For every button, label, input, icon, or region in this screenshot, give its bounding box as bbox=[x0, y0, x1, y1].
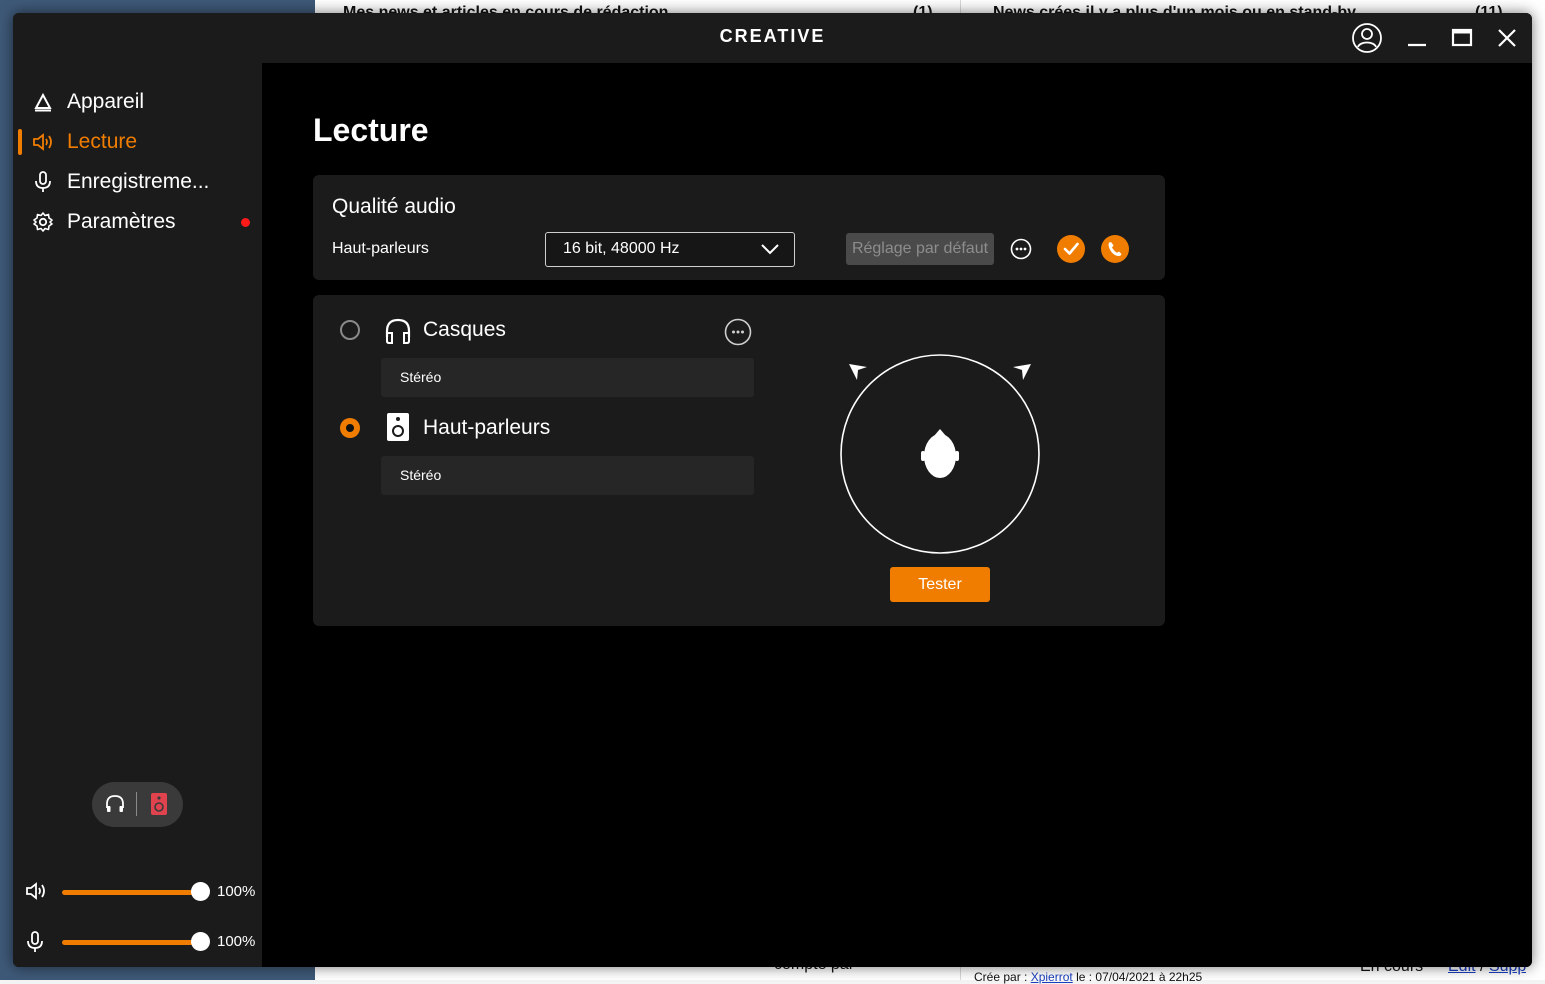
minimize-icon[interactable] bbox=[1399, 22, 1435, 54]
checkmark-icon[interactable] bbox=[1057, 235, 1085, 263]
sidebar-item-parametres[interactable]: Paramètres bbox=[13, 202, 262, 242]
speaker-volume-icon bbox=[25, 881, 49, 903]
output-toggle[interactable] bbox=[92, 782, 183, 827]
playback-volume-slider[interactable] bbox=[62, 890, 200, 895]
user-account-icon[interactable] bbox=[1349, 22, 1385, 54]
sidebar-item-label: Appareil bbox=[67, 90, 145, 113]
sidebar-item-label: Lecture bbox=[67, 130, 138, 153]
microphone-icon bbox=[25, 931, 49, 953]
headphones-icon[interactable] bbox=[104, 793, 126, 820]
speaker-test-diagram bbox=[840, 354, 1040, 554]
right-speaker-marker[interactable] bbox=[1013, 364, 1031, 380]
main-content: Lecture Qualité audio Haut-parleurs 16 b… bbox=[262, 63, 1532, 967]
audio-quality-title: Qualité audio bbox=[332, 195, 456, 218]
sidebar-item-label: Enregistreme... bbox=[67, 170, 210, 193]
sidebar-item-appareil[interactable]: Appareil bbox=[13, 82, 262, 122]
sidebar-item-lecture[interactable]: Lecture bbox=[13, 122, 262, 162]
speakers-mode-selector[interactable]: Stéréo bbox=[381, 456, 754, 495]
playback-volume-value: 100% bbox=[217, 883, 256, 900]
toggle-divider bbox=[136, 792, 137, 816]
sidebar: Appareil Lecture Enregistreme... Paramèt… bbox=[13, 63, 262, 967]
sidebar-item-label: Paramètres bbox=[67, 210, 176, 233]
page-title: Lecture bbox=[313, 112, 429, 148]
audio-quality-card: Qualité audio Haut-parleurs 16 bit, 4800… bbox=[313, 175, 1165, 280]
headphones-mode-selector[interactable]: Stéréo bbox=[381, 358, 754, 397]
speakers-mode-value: Stéréo bbox=[400, 467, 442, 483]
speakers-label[interactable]: Haut-parleurs bbox=[423, 416, 550, 440]
record-volume-slider[interactable] bbox=[62, 940, 200, 945]
audio-format-value: 16 bit, 48000 Hz bbox=[563, 240, 680, 257]
phone-icon[interactable] bbox=[1101, 235, 1129, 263]
headphones-radio[interactable] bbox=[340, 320, 360, 340]
device-icon bbox=[32, 91, 54, 113]
record-volume-row: 100% bbox=[13, 927, 262, 957]
more-options-icon[interactable] bbox=[1007, 235, 1035, 263]
listener-head-icon bbox=[921, 429, 959, 478]
output-devices-card: Casques Stéréo Haut-parleurs Stéréo Test… bbox=[313, 295, 1165, 626]
speaker-icon bbox=[386, 412, 410, 447]
audio-format-dropdown[interactable]: 16 bit, 48000 Hz bbox=[545, 232, 795, 267]
background-created-date: le : 07/04/2021 à 22h25 bbox=[1076, 970, 1203, 984]
gear-icon bbox=[32, 211, 54, 233]
notification-dot bbox=[241, 218, 250, 227]
close-icon[interactable] bbox=[1489, 22, 1525, 54]
headphones-icon bbox=[383, 316, 413, 351]
default-settings-button[interactable]: Réglage par défaut bbox=[846, 233, 994, 265]
headphones-mode-value: Stéréo bbox=[400, 369, 442, 385]
creative-app-window: CREATIVE Appareil Lecture Enregistreme..… bbox=[13, 13, 1532, 967]
background-created-line: Crée par : Xpierrot le : 07/04/2021 à 22… bbox=[974, 970, 1202, 984]
speaker-volume-icon bbox=[32, 131, 54, 153]
sidebar-item-enregistrement[interactable]: Enregistreme... bbox=[13, 162, 262, 202]
left-speaker-marker[interactable] bbox=[849, 364, 867, 380]
background-created-prefix: Crée par : bbox=[974, 970, 1028, 984]
background-author-link[interactable]: Xpierrot bbox=[1031, 970, 1073, 984]
creative-logo: CREATIVE bbox=[719, 26, 826, 46]
test-speakers-button[interactable]: Tester bbox=[890, 567, 990, 602]
playback-volume-handle[interactable] bbox=[190, 882, 210, 901]
chevron-down-icon bbox=[760, 242, 780, 261]
speakers-radio[interactable] bbox=[340, 418, 360, 438]
audio-quality-device-label: Haut-parleurs bbox=[332, 240, 429, 257]
record-volume-value: 100% bbox=[217, 933, 256, 950]
title-bar[interactable]: CREATIVE bbox=[13, 13, 1532, 63]
microphone-icon bbox=[32, 171, 54, 193]
record-volume-handle[interactable] bbox=[190, 932, 210, 951]
playback-volume-row: 100% bbox=[13, 877, 262, 907]
more-options-icon[interactable] bbox=[724, 318, 752, 346]
speaker-icon[interactable] bbox=[150, 792, 168, 821]
maximize-icon[interactable] bbox=[1444, 22, 1480, 54]
headphones-label[interactable]: Casques bbox=[423, 318, 506, 342]
